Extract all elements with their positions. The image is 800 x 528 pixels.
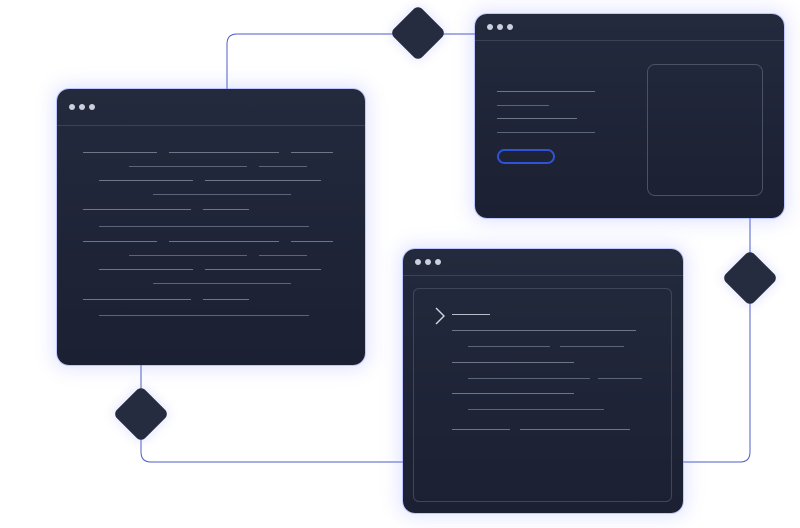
terminal-chevron-icon	[435, 307, 445, 325]
window-titlebar	[475, 14, 784, 41]
terminal-panel[interactable]	[413, 288, 672, 502]
document-window	[57, 89, 365, 365]
form-submit-button[interactable]	[497, 149, 555, 164]
window-dots-icon	[415, 259, 441, 265]
window-dots-icon	[487, 24, 513, 30]
window-titlebar	[403, 249, 683, 276]
window-dots-icon	[69, 104, 95, 110]
window-titlebar	[57, 89, 365, 126]
form-window	[475, 14, 784, 218]
terminal-window	[403, 249, 683, 513]
preview-panel	[647, 64, 763, 196]
